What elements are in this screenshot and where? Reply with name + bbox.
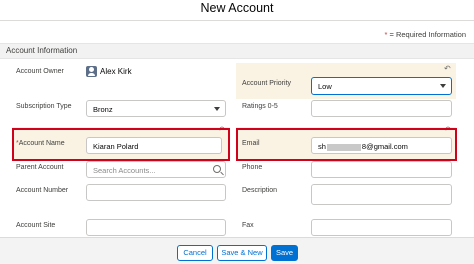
account-number-label: Account Number [16, 187, 69, 194]
save-and-new-button[interactable]: Save & New [217, 245, 267, 261]
save-button[interactable]: Save [271, 245, 298, 261]
parent-account-placeholder: Search Accounts... [93, 166, 156, 175]
phone-input[interactable] [311, 161, 452, 178]
section-title: Account Information [6, 46, 78, 55]
account-priority-value: Low [318, 82, 332, 91]
header-divider [0, 20, 474, 21]
description-textarea[interactable] [311, 184, 452, 205]
cancel-button[interactable]: Cancel [177, 245, 213, 261]
account-owner-label: Account Owner [16, 68, 64, 75]
fax-label: Fax [242, 222, 254, 229]
user-icon [86, 66, 97, 77]
subscription-type-value: Bronz [93, 105, 113, 114]
undo-icon[interactable]: ↶ [444, 64, 451, 73]
search-icon[interactable] [213, 165, 221, 173]
parent-account-label: Parent Account [16, 164, 64, 171]
modal-footer: Cancel Save & New Save [0, 237, 474, 264]
account-priority-select[interactable]: Low [311, 77, 452, 95]
required-info-note: * = Required Information [384, 30, 466, 39]
account-priority-label: Account Priority [242, 80, 292, 87]
annotation-box-email [236, 128, 457, 161]
required-info-text: = Required Information [387, 30, 466, 39]
account-owner-value[interactable]: Alex Kirk [100, 67, 132, 76]
subscription-type-select[interactable]: Bronz [86, 100, 226, 117]
chevron-down-icon [440, 84, 446, 88]
parent-account-search[interactable]: Search Accounts... [86, 161, 226, 178]
subscription-type-label: Subscription Type [16, 103, 72, 110]
phone-label: Phone [242, 164, 263, 171]
fax-input[interactable] [311, 219, 452, 236]
ratings-label: Ratings 0-5 [242, 103, 278, 110]
chevron-down-icon [214, 107, 220, 111]
account-number-input[interactable] [86, 184, 226, 201]
account-site-label: Account Site [16, 222, 56, 229]
account-site-input[interactable] [86, 219, 226, 236]
ratings-input[interactable] [311, 100, 452, 117]
section-header-account-information[interactable]: Account Information [0, 43, 474, 59]
modal-title: New Account [200, 1, 274, 15]
annotation-box-account-name [12, 128, 230, 161]
description-label: Description [242, 187, 278, 194]
